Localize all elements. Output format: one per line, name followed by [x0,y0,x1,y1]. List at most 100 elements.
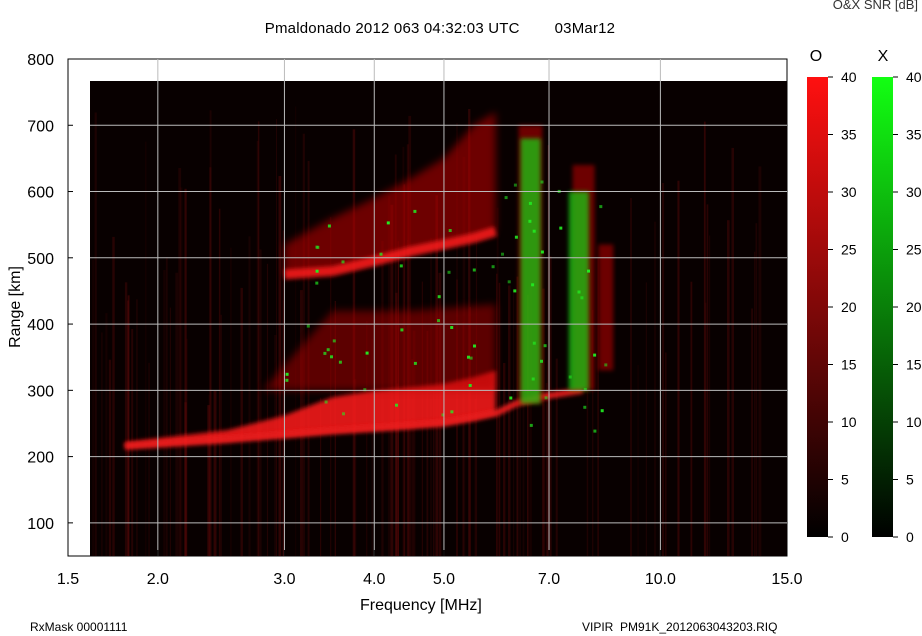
noise-streak [295,106,297,557]
x-speckle [532,229,536,233]
noise-streak [522,380,525,556]
colorbar-tick-label: 40 [906,69,922,85]
noise-streak [218,208,221,556]
noise-streak [677,180,680,556]
x-speckle [599,205,603,209]
noise-streak [163,270,166,556]
x-speckle [501,252,504,256]
x-speckle [324,400,328,404]
x-speckle [504,196,508,200]
y-tick-label: 200 [27,450,54,467]
x-speckle [413,209,417,213]
x-column [520,138,541,404]
noise-streak [169,307,171,556]
colorbar-tick-label: 20 [841,299,857,315]
colorbar-tick-label: 40 [841,69,857,85]
x-speckle [338,360,342,364]
colorbar-tick-label: 5 [841,472,849,488]
noise-streak [179,187,183,556]
colorbar-tick-label: 25 [841,242,857,258]
x-speckle [544,396,548,400]
noise-streak [209,167,212,556]
x-tick-label: 7.0 [538,571,560,588]
x-speckle [330,355,333,359]
noise-streak [165,257,168,556]
x-speckle [540,250,544,254]
x-speckle [327,224,331,228]
x-speckle [323,351,327,355]
noise-streak [637,365,639,556]
noise-streak [555,358,558,556]
x-speckle [332,339,336,343]
colorbar-tick-label: 15 [906,357,922,373]
x-speckle [467,355,470,359]
x-tick-label: 4.0 [363,571,385,588]
noise-streak [704,302,707,556]
x-tick-label: 3.0 [273,571,295,588]
x-speckle [600,409,604,413]
x-speckle [437,319,440,323]
x-tick-label: 10.0 [645,571,676,588]
x-speckle [395,403,398,407]
x-speckle [559,226,563,230]
colorbar-tick-label: 15 [841,357,857,373]
x-speckle [604,363,608,367]
noise-streak [654,221,657,556]
x-speckle [386,221,390,225]
rx-mask-label: RxMask 00001111 [30,620,128,634]
x-speckle [593,429,597,433]
colorbar-tick-label: 35 [841,127,857,143]
x-speckle [413,361,417,365]
y-tick-label: 500 [27,251,54,268]
noise-streak [278,176,282,556]
noise-streak [184,402,187,556]
x-speckle [540,180,544,184]
x-axis-label: Frequency [MHz] [360,597,482,614]
noise-streak [282,230,284,556]
x-speckle [529,423,533,427]
x-speckle [285,378,289,382]
x-speckle [285,372,289,376]
x-speckle [532,341,536,345]
colorbar-tick-label: 10 [906,414,922,430]
x-speckle [473,344,476,348]
noise-streak [516,276,519,556]
x-tick-label: 15.0 [771,571,802,588]
noise-streak [213,391,217,556]
colorbar-tick-label: 5 [906,472,914,488]
x-tick-label: 1.5 [57,571,79,588]
x-speckle [341,260,345,264]
y-tick-label: 700 [27,118,54,135]
noise-streak [124,282,128,556]
noise-streak [690,281,693,556]
y-axis-label: Range [km] [7,266,24,348]
file-name-label: VIPIR PM91K_2012063043203.RIQ [582,620,778,634]
noise-streak [230,247,232,556]
x-speckle [507,280,511,284]
noise-streak [496,207,499,556]
noise-streak [664,352,667,556]
x-speckle [509,396,513,400]
x-speckle [531,377,535,381]
noise-streak [105,313,108,556]
noise-streak [108,359,112,556]
noise-streak [92,259,94,556]
noise-streak [662,183,665,556]
colorbar-o-title: O [810,48,822,65]
colorbar-x-title: X [878,48,889,65]
x-speckle [306,324,310,328]
noise-streak [276,119,277,556]
x-speckle [593,353,597,357]
x-speckle [437,295,441,299]
x-speckle [400,328,404,332]
x-speckle [316,245,320,249]
x-speckle [399,264,403,268]
x-speckle [583,405,587,409]
x-speckle [365,351,369,355]
noise-streak [127,300,129,556]
x-speckle [342,412,345,416]
x-speckle [491,265,495,269]
x-speckle [531,283,535,287]
x-speckle [472,268,476,272]
x-tick-label: 5.0 [433,571,455,588]
